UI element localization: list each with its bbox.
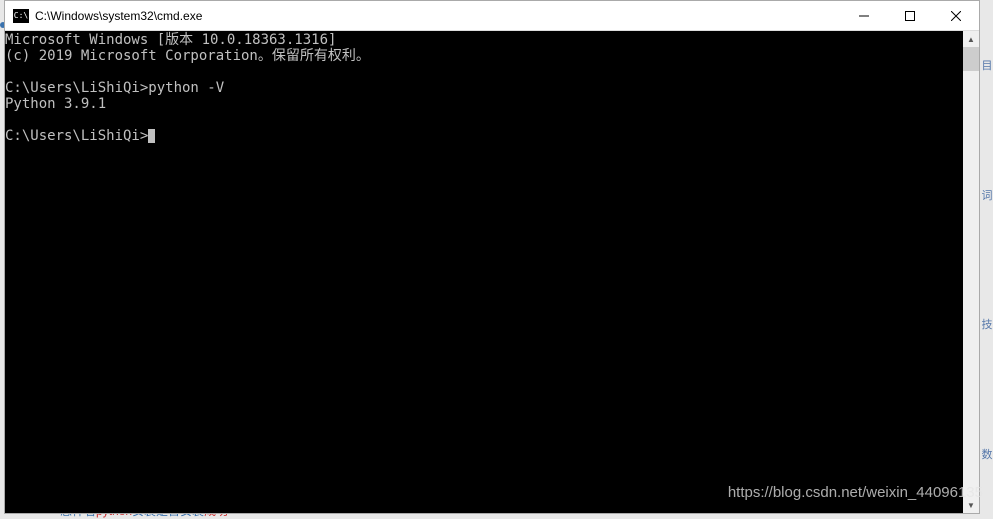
console-line-1: Microsoft Windows [版本 10.0.18363.1316]	[5, 32, 336, 48]
cursor	[148, 129, 155, 143]
titlebar[interactable]: C:\ C:\Windows\system32\cmd.exe	[5, 1, 979, 31]
console-output[interactable]: Microsoft Windows [版本 10.0.18363.1316] (…	[5, 31, 963, 513]
window-controls	[841, 1, 979, 30]
console-wrap: Microsoft Windows [版本 10.0.18363.1316] (…	[5, 31, 979, 513]
scroll-down-button[interactable]: ▼	[963, 497, 979, 513]
cmd-icon-label: C:\	[14, 11, 28, 20]
hint-2: 技	[982, 316, 993, 332]
minimize-icon	[859, 11, 869, 21]
scroll-up-button[interactable]: ▲	[963, 31, 979, 47]
scroll-thumb[interactable]	[963, 47, 979, 71]
vertical-scrollbar[interactable]: ▲ ▼	[963, 31, 979, 513]
hint-3: 数	[982, 446, 993, 462]
console-line-2: (c) 2019 Microsoft Corporation。保留所有权利。	[5, 48, 370, 64]
close-button[interactable]	[933, 1, 979, 30]
console-line-4: C:\Users\LiShiQi>python -V	[5, 80, 224, 96]
console-line-7: C:\Users\LiShiQi>	[5, 128, 148, 144]
cmd-icon: C:\	[13, 9, 29, 23]
maximize-button[interactable]	[887, 1, 933, 30]
minimize-button[interactable]	[841, 1, 887, 30]
hint-1: 词	[982, 187, 993, 203]
hint-0: 目	[982, 57, 993, 73]
background-right-hints: 目 词 技 数	[981, 0, 993, 519]
close-icon	[951, 11, 961, 21]
console-line-5: Python 3.9.1	[5, 96, 106, 112]
maximize-icon	[905, 11, 915, 21]
cmd-window: C:\ C:\Windows\system32\cmd.exe Microsof…	[4, 0, 980, 514]
window-title: C:\Windows\system32\cmd.exe	[35, 9, 841, 23]
